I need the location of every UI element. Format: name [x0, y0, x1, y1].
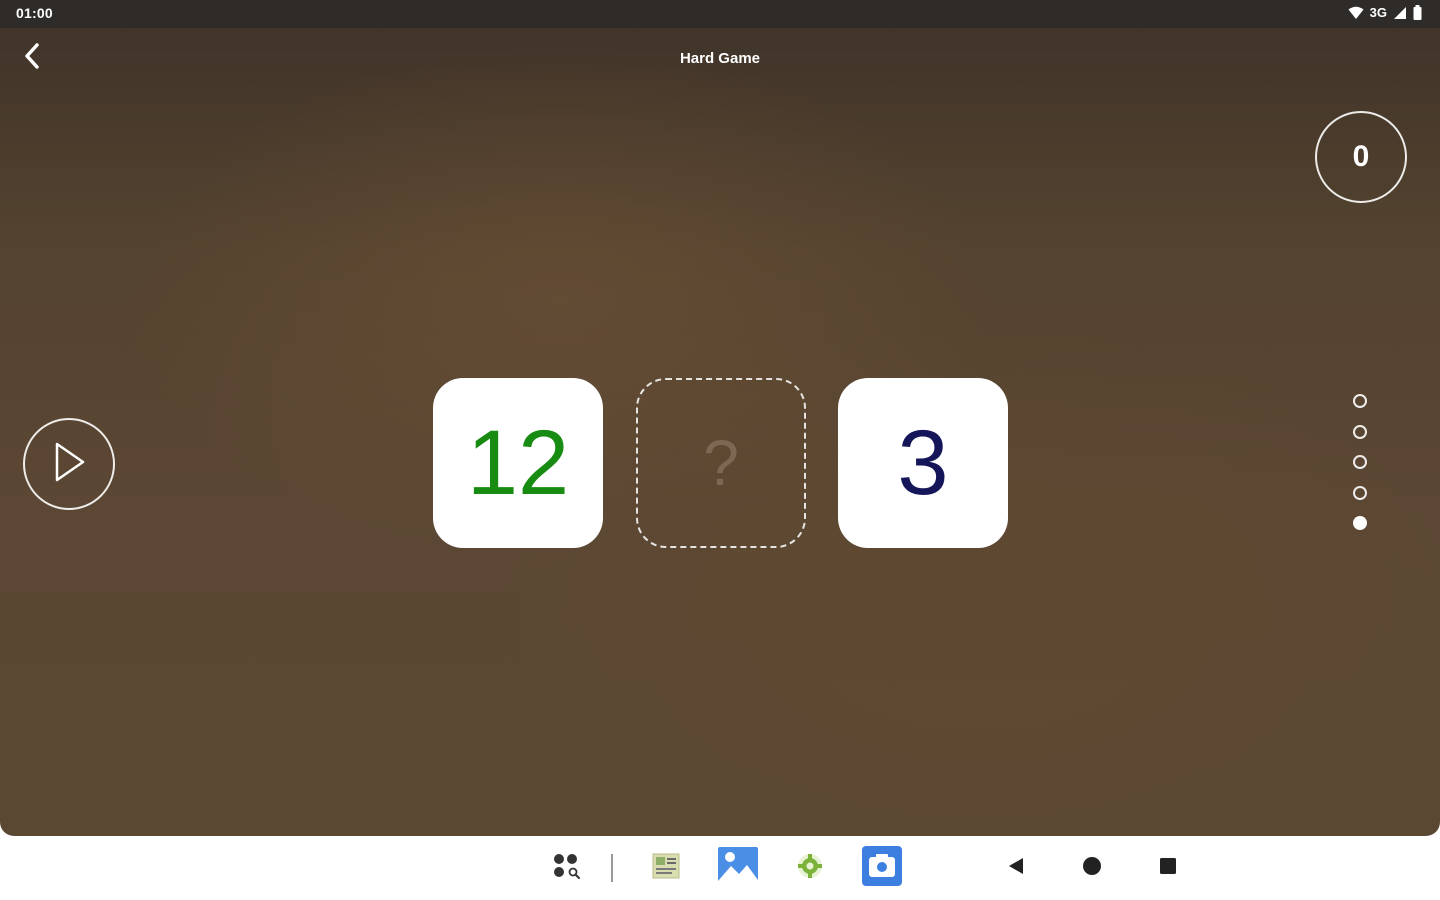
- number-card-left[interactable]: 12: [433, 378, 603, 548]
- system-home-button[interactable]: [1074, 848, 1110, 888]
- recents-square-icon: [1159, 857, 1177, 880]
- right-number: 3: [897, 412, 949, 514]
- left-number: 12: [466, 412, 570, 514]
- network-type: 3G: [1369, 5, 1387, 20]
- system-recents-button[interactable]: [1150, 848, 1186, 888]
- number-card-right[interactable]: 3: [838, 378, 1008, 548]
- answer-slot[interactable]: ?: [636, 378, 806, 548]
- system-taskbar: [0, 836, 1440, 900]
- taskbar-app-settings[interactable]: [790, 848, 830, 888]
- page-dot[interactable]: [1353, 455, 1367, 469]
- score-counter: 0: [1315, 111, 1407, 203]
- page-indicator: [1353, 394, 1371, 547]
- app-drawer-icon: [549, 849, 583, 888]
- score-value: 0: [1352, 140, 1370, 173]
- app-header: Hard Game: [0, 28, 1440, 88]
- app-drawer-button[interactable]: [546, 848, 586, 888]
- status-icons: 3G: [1348, 5, 1422, 20]
- status-time: 01:00: [16, 5, 53, 21]
- game-screen: 01:00 3G Hard Game 0 12 ? 3: [0, 0, 1440, 836]
- taskbar-app-camera[interactable]: [860, 845, 904, 888]
- signal-icon: [1393, 6, 1407, 20]
- play-icon: [49, 440, 89, 489]
- taskbar-app-photos[interactable]: [716, 846, 760, 891]
- camera-icon: [861, 845, 903, 892]
- gallery-thumbnail-icon: [652, 853, 680, 884]
- page-dot[interactable]: [1353, 394, 1367, 408]
- photos-icon: [717, 846, 759, 891]
- page-dot[interactable]: [1353, 424, 1367, 439]
- page-dot-active[interactable]: [1353, 516, 1367, 530]
- taskbar-app-gallery-thumb[interactable]: [646, 848, 686, 888]
- play-button[interactable]: [23, 418, 115, 510]
- system-back-button[interactable]: [998, 848, 1034, 888]
- status-bar: 01:00 3G: [0, 0, 1440, 28]
- page-dot[interactable]: [1353, 485, 1367, 500]
- battery-icon: [1413, 5, 1422, 20]
- wifi-icon: [1348, 6, 1364, 20]
- page-title: Hard Game: [679, 50, 761, 67]
- back-triangle-icon: [1006, 856, 1026, 881]
- android-settings-icon: [795, 851, 825, 886]
- taskbar-divider: [611, 854, 613, 882]
- answer-placeholder: ?: [703, 427, 739, 499]
- home-circle-icon: [1082, 856, 1102, 881]
